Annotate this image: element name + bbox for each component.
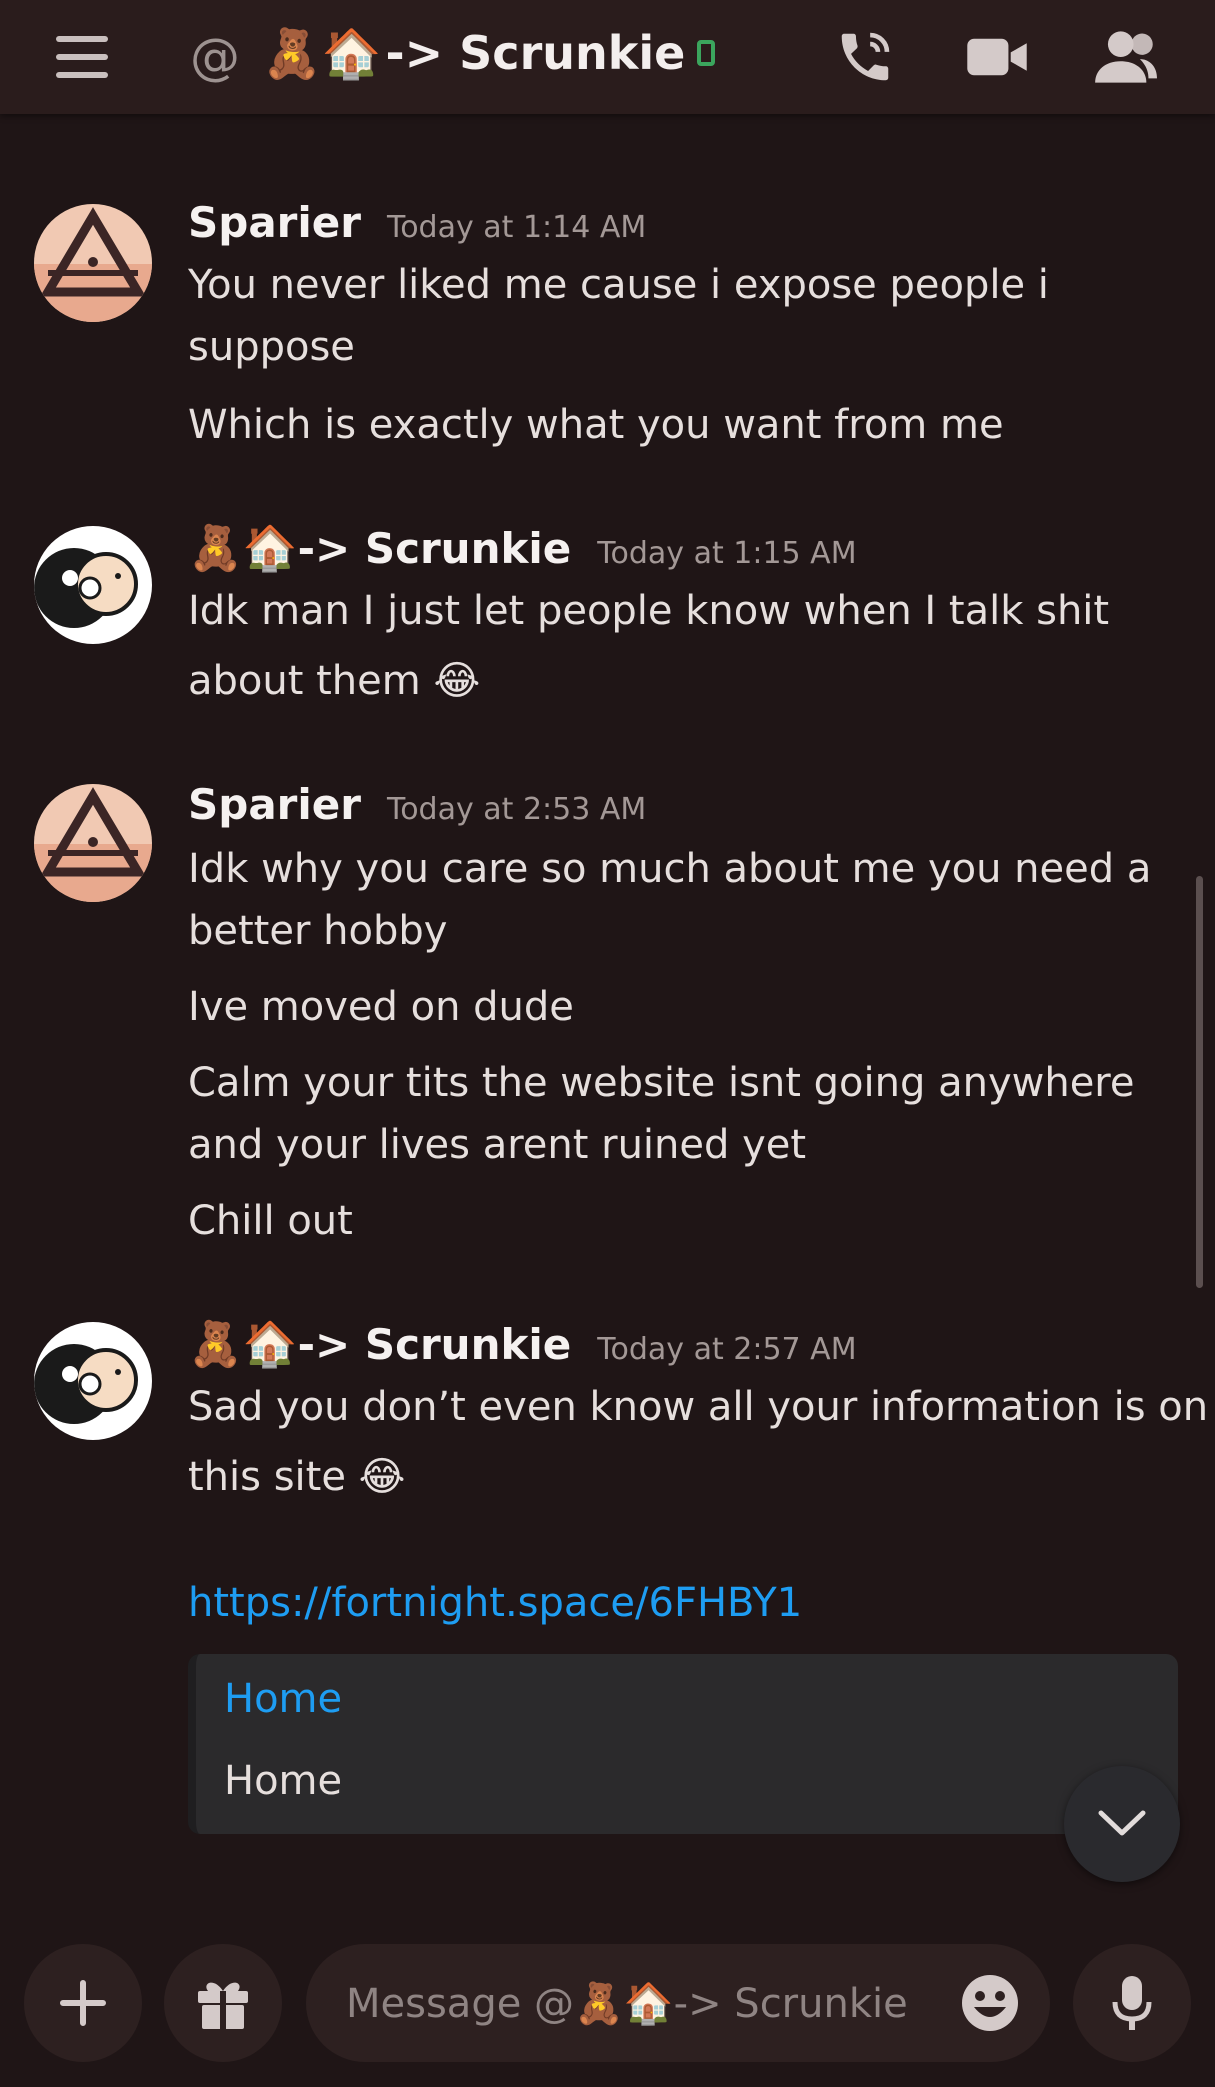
gift-icon bbox=[198, 1982, 248, 2029]
at-icon: @ bbox=[190, 28, 240, 86]
jump-to-latest-button[interactable] bbox=[1064, 1766, 1180, 1882]
message-link[interactable]: https://fortnight.space/6FHBY1 bbox=[188, 1572, 1188, 1634]
voice-message-button[interactable] bbox=[1073, 1944, 1191, 2062]
top-bar: @ 🧸🏠 -> Scrunkie bbox=[0, 0, 1215, 114]
message-line[interactable]: Which is exactly what you want from me bbox=[188, 394, 1188, 456]
timestamp: Today at 1:15 AM bbox=[597, 536, 857, 571]
avatar-sparier[interactable] bbox=[34, 204, 152, 322]
message-input[interactable]: Message @🧸🏠-> Scrunkie bbox=[306, 1944, 1050, 2062]
message-header: Sparier Today at 1:14 AM bbox=[188, 198, 646, 247]
link-embed[interactable]: Home Home bbox=[188, 1654, 1178, 1834]
avatar-scrunkie[interactable] bbox=[34, 526, 152, 644]
scrollbar[interactable] bbox=[1196, 876, 1203, 1288]
message-input-placeholder: Message @🧸🏠-> Scrunkie bbox=[346, 1980, 908, 2027]
message-line[interactable]: this site 😂 bbox=[188, 1446, 1188, 1508]
channel-title: 🧸🏠 -> Scrunkie bbox=[262, 18, 716, 88]
message-line[interactable]: better hobby bbox=[188, 900, 1188, 962]
message-list[interactable]: Sparier Today at 1:14 AM You never liked… bbox=[0, 114, 1215, 1914]
embed-title[interactable]: Home bbox=[224, 1676, 342, 1722]
message-line[interactable]: about them 😂 bbox=[188, 650, 1188, 712]
embed-description: Home bbox=[224, 1758, 343, 1804]
emoji-icon[interactable] bbox=[960, 1973, 1020, 2033]
message-line[interactable]: You never liked me cause i expose people… bbox=[188, 254, 1188, 316]
message-line[interactable]: Calm your tits the website isnt going an… bbox=[188, 1052, 1188, 1114]
message-line[interactable]: Chill out bbox=[188, 1190, 1188, 1252]
message-header: 🧸🏠-> Scrunkie Today at 1:15 AM bbox=[188, 522, 857, 574]
dm-screen: @ 🧸🏠 -> Scrunkie Sparier Today at 1:14 A… bbox=[0, 0, 1215, 2087]
message-composer: Message @🧸🏠-> Scrunkie bbox=[0, 1914, 1215, 2087]
message-line[interactable]: and your lives arent ruined yet bbox=[188, 1114, 1188, 1176]
message-line[interactable]: Idk why you care so much about me you ne… bbox=[188, 838, 1188, 900]
message-line[interactable]: suppose bbox=[188, 316, 1188, 378]
microphone-icon bbox=[1112, 1976, 1152, 2030]
avatar-scrunkie[interactable] bbox=[34, 1322, 152, 1440]
message-header: 🧸🏠-> Scrunkie Today at 2:57 AM bbox=[188, 1318, 857, 1370]
timestamp: Today at 2:53 AM bbox=[386, 792, 647, 827]
message-line[interactable]: Ive moved on dude bbox=[188, 976, 1188, 1038]
members-icon[interactable] bbox=[1090, 22, 1160, 92]
laughing-emoji: 😂 bbox=[433, 658, 481, 704]
attach-button[interactable] bbox=[24, 1944, 142, 2062]
channel-name: -> Scrunkie bbox=[385, 26, 686, 80]
laughing-emoji: 😂 bbox=[358, 1454, 406, 1500]
chevron-down-icon bbox=[1098, 1810, 1146, 1836]
timestamp: Today at 2:57 AM bbox=[597, 1332, 857, 1367]
channel-emoji: 🧸🏠 bbox=[262, 25, 382, 82]
author-name[interactable]: Sparier bbox=[188, 780, 361, 829]
message-line[interactable]: Sad you don’t even know all your informa… bbox=[188, 1376, 1208, 1438]
call-icon[interactable] bbox=[830, 22, 900, 92]
message-line[interactable]: Idk man I just let people know when I ta… bbox=[188, 580, 1188, 642]
author-name[interactable]: Sparier bbox=[188, 198, 361, 247]
video-icon[interactable] bbox=[962, 22, 1032, 92]
timestamp: Today at 1:14 AM bbox=[386, 210, 647, 245]
author-emoji: 🧸🏠 bbox=[188, 523, 298, 574]
hamburger-menu-icon[interactable] bbox=[46, 22, 116, 92]
plus-icon bbox=[60, 1980, 106, 2026]
message-header: Sparier Today at 2:53 AM bbox=[188, 780, 646, 829]
author-name[interactable]: 🧸🏠-> Scrunkie bbox=[188, 1318, 571, 1370]
author-name[interactable]: 🧸🏠-> Scrunkie bbox=[188, 522, 571, 574]
gift-button[interactable] bbox=[164, 1944, 282, 2062]
author-emoji: 🧸🏠 bbox=[188, 1319, 298, 1370]
phone-status-icon bbox=[697, 40, 716, 66]
avatar-sparier[interactable] bbox=[34, 784, 152, 902]
